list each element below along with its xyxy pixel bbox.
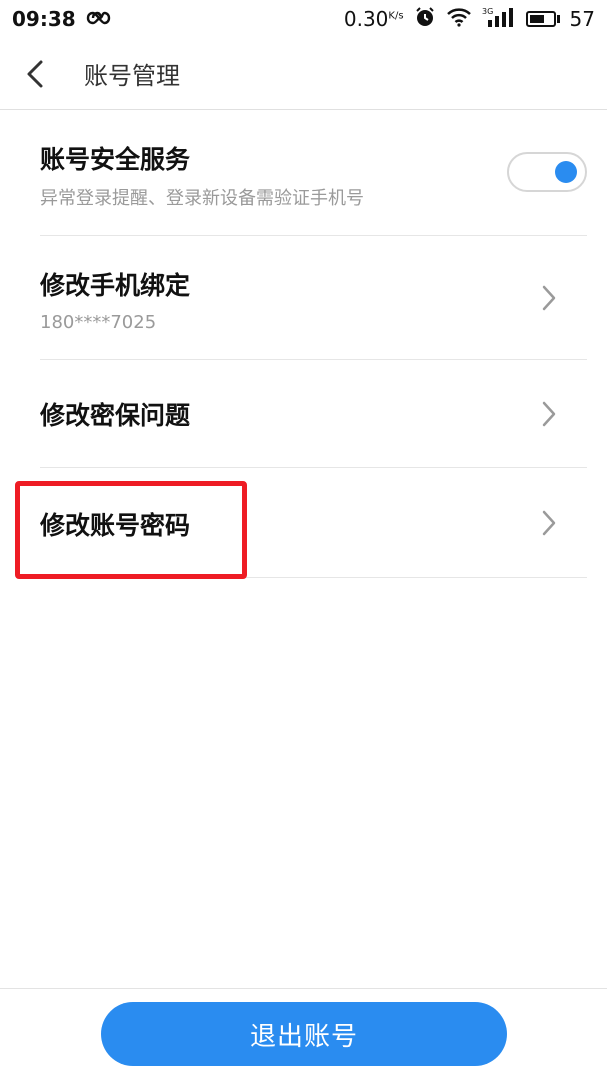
app-header: 账号管理	[0, 38, 607, 110]
account-security-row[interactable]: 账号安全服务 异常登录提醒、登录新设备需验证手机号	[40, 110, 587, 236]
status-time: 09:38	[12, 7, 76, 31]
net-speed: 0.30K/s	[344, 7, 404, 31]
status-left: 09:38	[12, 7, 114, 31]
wifi-icon	[446, 7, 472, 32]
logout-button[interactable]: 退出账号	[101, 1002, 507, 1066]
highlight-box	[15, 481, 247, 579]
back-button[interactable]	[0, 38, 70, 110]
change-security-question-row[interactable]: 修改密保问题	[40, 360, 587, 468]
change-phone-row[interactable]: 修改手机绑定 180****7025	[40, 236, 587, 360]
page-title: 账号管理	[84, 62, 180, 90]
infinity-icon	[86, 7, 114, 31]
alarm-icon	[414, 6, 436, 33]
status-bar: 09:38 0.30K/s 3G 57	[0, 0, 607, 38]
status-right: 0.30K/s 3G 57	[344, 6, 595, 33]
net-speed-value: 0.30	[343, 7, 389, 31]
signal-label: 3G	[482, 7, 493, 16]
account-security-toggle[interactable]	[507, 152, 587, 192]
toggle-knob	[555, 161, 577, 183]
chevron-right-icon	[542, 285, 556, 310]
account-security-title: 账号安全服务	[40, 145, 191, 174]
change-phone-title: 修改手机绑定	[40, 271, 191, 300]
chevron-right-icon	[542, 401, 556, 426]
screen: 09:38 0.30K/s 3G 57 账号管理 账号安全服务 异常登录提醒、登…	[0, 0, 607, 1080]
bound-phone-number: 180****7025	[40, 312, 157, 333]
net-speed-unit: K/s	[388, 10, 404, 22]
battery-icon	[525, 11, 560, 27]
battery-level: 57	[569, 7, 595, 31]
chevron-right-icon	[542, 510, 556, 535]
signal-icon: 3G	[482, 6, 516, 33]
account-security-subtitle: 异常登录提醒、登录新设备需验证手机号	[40, 188, 364, 209]
back-arrow-icon	[27, 60, 43, 87]
change-security-question-title: 修改密保问题	[40, 401, 191, 430]
